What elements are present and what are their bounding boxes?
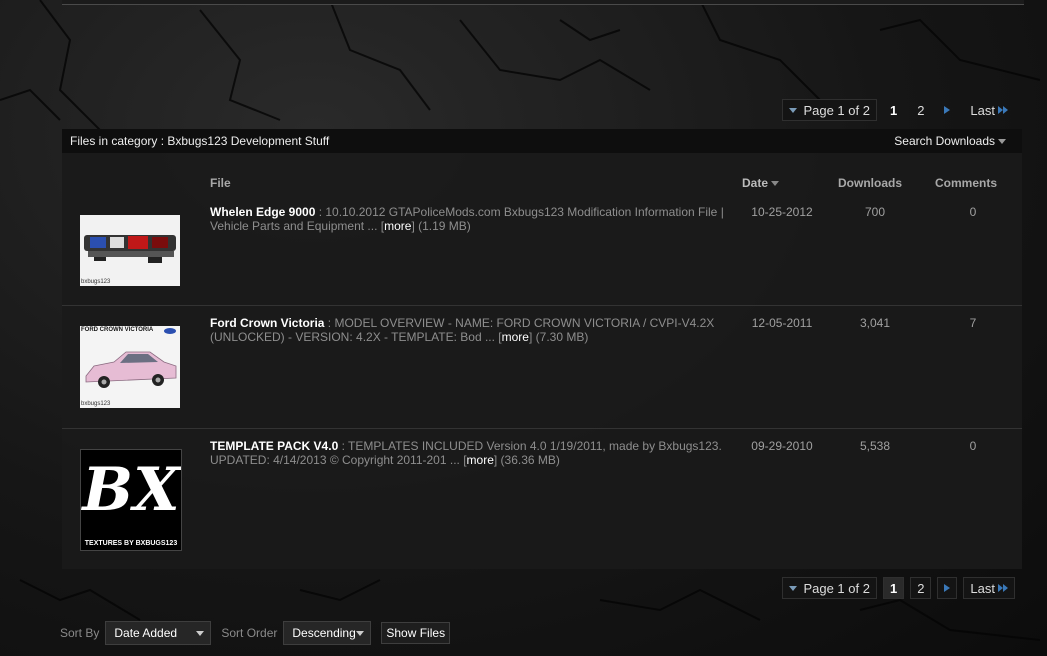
file-name-link[interactable]: TEMPLATE PACK V4.0 (210, 439, 338, 453)
next-page-button[interactable] (937, 99, 957, 121)
file-size: ] (36.36 MB) (493, 453, 560, 467)
page-link-2[interactable]: 2 (910, 577, 932, 599)
files-table: File Date Downloads Comments bxbugs123 W… (62, 153, 1022, 569)
sort-order-value: Descending (292, 626, 356, 640)
file-thumbnail[interactable]: FORD CROWN VICTORIA bxbugs123 (80, 326, 180, 408)
dropdown-arrow-icon (789, 585, 798, 591)
table-row: FORD CROWN VICTORIA bxbugs123 Ford Crown… (62, 314, 1022, 428)
last-page-button[interactable]: Last (963, 577, 1015, 599)
file-thumbnail[interactable]: bxbugs123 (80, 215, 180, 286)
last-label: Last (970, 102, 995, 118)
file-date: 12-05-2011 (751, 316, 813, 330)
sort-by-value: Date Added (114, 626, 178, 640)
sort-by-label: Sort By (60, 626, 100, 640)
bx-logo: BX (82, 455, 180, 525)
file-date: 09-29-2010 (751, 439, 813, 453)
thumbnail-caption: bxbugs123 (81, 401, 111, 407)
date-header-label: Date (742, 176, 769, 190)
file-comments: 7 (969, 316, 977, 330)
file-description: Whelen Edge 9000 : 10.10.2012 GTAPoliceM… (210, 205, 730, 233)
next-arrow-icon (944, 106, 951, 114)
page-link-1[interactable]: 1 (882, 577, 905, 599)
double-arrow-icon (998, 106, 1008, 114)
pagination-top: Page 1 of 2 1 2 Last (782, 99, 1015, 121)
table-row: BX TEXTURES BY BXBUGS123 TEMPLATE PACK V… (62, 437, 1022, 569)
chevron-down-icon (998, 138, 1006, 144)
pagination-bottom: Page 1 of 2 1 2 Last (782, 577, 1015, 599)
page-label: Page 1 of 2 (803, 580, 870, 596)
more-link[interactable]: more (502, 330, 529, 344)
next-arrow-icon (944, 584, 951, 592)
last-page-button[interactable]: Last (963, 99, 1015, 121)
thumbnail-caption: TEXTURES BY BXBUGS123 (84, 540, 178, 547)
file-description: TEMPLATE PACK V4.0 : TEMPLATES INCLUDED … (210, 439, 730, 467)
file-thumbnail[interactable]: BX TEXTURES BY BXBUGS123 (80, 449, 182, 551)
search-downloads-label: Search Downloads (894, 134, 995, 148)
category-title: Files in category : Bxbugs123 Developmen… (70, 134, 330, 148)
file-comments: 0 (969, 439, 977, 453)
sort-bar: Sort By Date Added Sort Order Descending… (60, 621, 451, 645)
chevron-down-icon (356, 630, 365, 636)
row-divider (62, 305, 1022, 306)
chevron-down-icon (196, 630, 205, 636)
page-jump-dropdown[interactable]: Page 1 of 2 (782, 577, 877, 599)
file-downloads: 700 (864, 205, 886, 219)
column-header-file[interactable]: File (210, 176, 231, 190)
lightbar-image (84, 235, 176, 263)
row-divider (62, 428, 1022, 429)
thumbnail-title: FORD CROWN VICTORIA (81, 327, 154, 333)
thumbnail-caption: bxbugs123 (81, 279, 111, 285)
sort-desc-icon (771, 181, 780, 187)
file-downloads: 3,041 (859, 316, 891, 330)
sort-by-select[interactable]: Date Added (105, 621, 212, 645)
file-size: ] (7.30 MB) (528, 330, 589, 344)
file-downloads: 5,538 (859, 439, 891, 453)
double-arrow-icon (998, 584, 1008, 592)
top-bar (62, 0, 1024, 5)
page-link-2[interactable]: 2 (910, 99, 931, 121)
page-jump-dropdown[interactable]: Page 1 of 2 (782, 99, 877, 121)
file-name-link[interactable]: Ford Crown Victoria (210, 316, 324, 330)
file-name-link[interactable]: Whelen Edge 9000 (210, 205, 315, 219)
file-date: 10-25-2012 (751, 205, 813, 219)
file-comments: 0 (969, 205, 977, 219)
more-link[interactable]: more (384, 219, 411, 233)
car-image (85, 328, 177, 388)
category-header: Files in category : Bxbugs123 Developmen… (62, 129, 1022, 153)
file-size: ] (1.19 MB) (411, 219, 471, 233)
more-link[interactable]: more (467, 453, 494, 467)
file-description: Ford Crown Victoria : MODEL OVERVIEW - N… (210, 316, 730, 344)
column-header-comments[interactable]: Comments (935, 176, 997, 190)
sort-order-label: Sort Order (221, 626, 278, 640)
column-header-date[interactable]: Date (742, 176, 780, 190)
search-downloads-menu[interactable]: Search Downloads (894, 134, 1022, 148)
page-label: Page 1 of 2 (803, 102, 870, 118)
sort-order-select[interactable]: Descending (283, 621, 372, 645)
table-row: bxbugs123 Whelen Edge 9000 : 10.10.2012 … (62, 203, 1022, 305)
dropdown-arrow-icon (789, 107, 798, 113)
page-link-1[interactable]: 1 (883, 99, 904, 121)
last-label: Last (970, 580, 995, 596)
show-files-button[interactable]: Show Files (381, 622, 451, 644)
column-header-downloads[interactable]: Downloads (838, 176, 902, 190)
next-page-button[interactable] (937, 577, 958, 599)
